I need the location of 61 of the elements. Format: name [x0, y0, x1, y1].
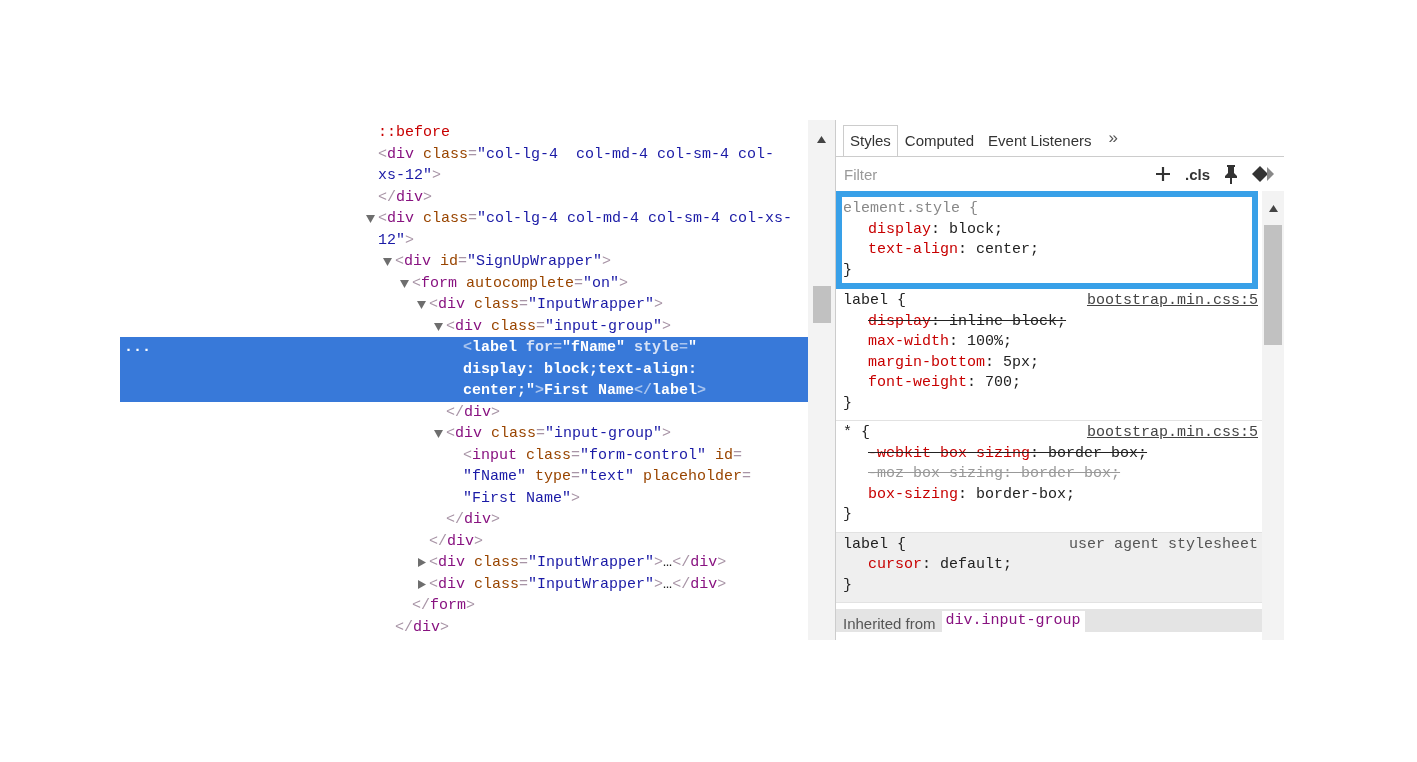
element-markup[interactable]: <div id="SignUpWrapper">: [395, 251, 612, 273]
closing-brace: }: [843, 393, 852, 414]
closing-tag[interactable]: </div>: [395, 616, 450, 638]
pin-icon[interactable]: [1224, 164, 1238, 184]
expanded-arrow-icon[interactable]: [433, 321, 443, 331]
collapsed-arrow-icon[interactable]: [416, 558, 426, 567]
css-declaration[interactable]: display: block;: [843, 219, 1004, 240]
css-declaration[interactable]: cursor: default;: [843, 555, 1013, 576]
source-link[interactable]: bootstrap.min.css:5: [1086, 423, 1258, 444]
collapsed-arrow-icon[interactable]: [416, 579, 426, 589]
closing-brace: }: [843, 575, 852, 596]
scrollbar-thumb[interactable]: [812, 286, 831, 323]
inherited-source-link[interactable]: div.input-group: [941, 611, 1085, 632]
scroll-up-icon[interactable]: [817, 135, 826, 144]
class-toggle[interactable]: .cls: [1184, 165, 1210, 183]
element-markup[interactable]: <label for="fName" style=" display: block;text-align: center;">First Name</label>: [463, 337, 707, 402]
selected-row[interactable]: ... <label for="fName" style=" display: block;text-align: center;">First Name</label>: [120, 337, 808, 402]
rule-selector: label {: [843, 291, 906, 311]
element-markup[interactable]: <div class="input-group">: [446, 315, 672, 337]
element-markup[interactable]: <div class="InputWrapper">: [429, 294, 664, 316]
rule-selector: * {: [843, 423, 870, 443]
expanded-arrow-icon[interactable]: [399, 278, 409, 288]
element-markup[interactable]: <div class="input-group">: [446, 423, 672, 445]
tab[interactable]: Styles: [843, 125, 898, 156]
element-markup[interactable]: <form autocomplete="on">: [412, 272, 629, 294]
closing-brace: }: [843, 505, 852, 525]
scrollbar-thumb[interactable]: [1264, 225, 1282, 345]
diamond-icon[interactable]: [1252, 166, 1276, 182]
element-markup[interactable]: ::before: [378, 122, 450, 144]
css-declaration[interactable]: -webkit box sizing: border box;: [843, 443, 1148, 464]
closing-tag[interactable]: </div>: [446, 509, 501, 531]
css-declaration[interactable]: margin-bottom: 5px;: [843, 352, 1040, 373]
css-declaration[interactable]: text-align: center;: [843, 240, 1040, 261]
filter-field[interactable]: Filter: [842, 164, 1141, 184]
scroll-up-icon[interactable]: [1268, 204, 1278, 213]
expanded-arrow-icon[interactable]: [382, 257, 392, 266]
expanded-arrow-icon[interactable]: [365, 214, 375, 223]
rule-selector: label {: [843, 534, 906, 555]
closing-tag[interactable]: </div>: [429, 530, 484, 552]
plus-icon[interactable]: [1154, 166, 1171, 182]
element-markup[interactable]: <input class="form-control" id= "fName" type="text" placeholder= "First Name">: [463, 444, 752, 509]
element-markup[interactable]: <div class="InputWrapper">…</div>: [429, 573, 727, 595]
expanded-arrow-icon[interactable]: [416, 300, 426, 309]
more-tabs[interactable]: »: [1108, 128, 1118, 156]
element-markup[interactable]: <div class="InputWrapper">…</div>: [429, 552, 727, 574]
css-declaration[interactable]: box-sizing: border-box;: [843, 484, 1076, 505]
rule-selector: element.style {: [843, 199, 979, 219]
more-dots[interactable]: ...: [120, 337, 362, 359]
source-label: user agent stylesheet: [1068, 534, 1258, 555]
css-declaration[interactable]: font-weight: 700;: [843, 373, 1022, 394]
expanded-arrow-icon[interactable]: [433, 429, 443, 438]
closing-tag[interactable]: </div>: [378, 186, 433, 208]
css-declaration[interactable]: max-width: 100%;: [843, 332, 1013, 353]
inherited-label: Inherited from: [843, 614, 936, 632]
closing-tag[interactable]: </div>: [446, 401, 501, 423]
closing-tag[interactable]: </form>: [412, 595, 476, 617]
css-declaration[interactable]: display: inline block;: [843, 311, 1067, 332]
source-link[interactable]: bootstrap.min.css:5: [1086, 291, 1258, 312]
element-markup[interactable]: <div class="col-lg-4 col-md-4 col-sm-4 col-xs- 12">: [378, 208, 793, 251]
element-markup[interactable]: <div class="col-lg-4 col-md-4 col-sm-4 col- xs-12">: [378, 143, 775, 187]
closing-brace: }: [843, 260, 852, 281]
